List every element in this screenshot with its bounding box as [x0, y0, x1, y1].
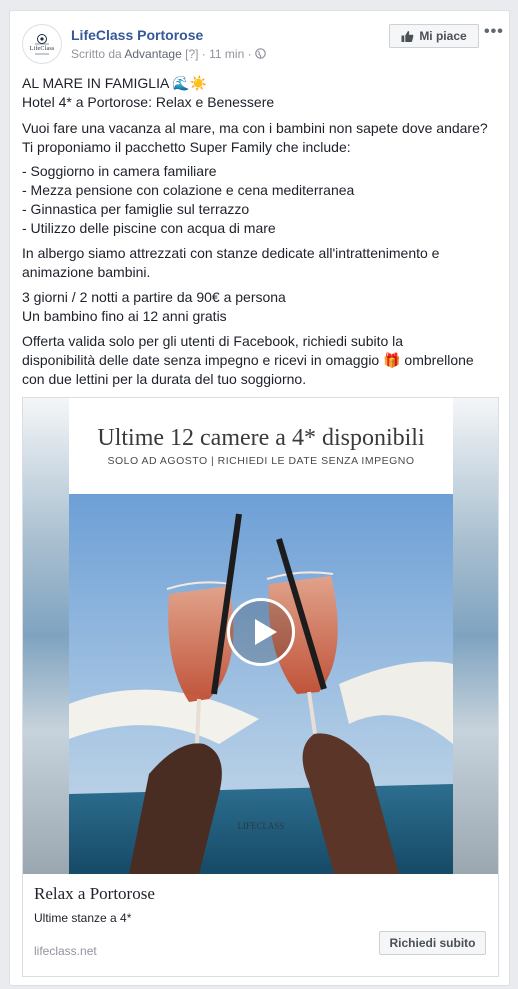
body-line: Hotel 4* a Portorose: Relax e Benessere [22, 94, 275, 110]
video-frame: Ultime 12 camere a 4* disponibili SOLO A… [69, 398, 453, 874]
body-line: - Utilizzo delle piscine con acqua di ma… [22, 220, 276, 236]
meta-help-link[interactable]: [?] [185, 47, 198, 61]
like-label: Mi piace [419, 29, 467, 43]
body-line: In albergo siamo attrezzati con stanze d… [22, 245, 440, 261]
blurred-side-right [452, 398, 498, 874]
logo-mark-icon [35, 34, 49, 55]
more-options-icon[interactable]: ••• [484, 23, 504, 41]
body-line: Un bambino fino ai 12 anni gratis [22, 308, 227, 324]
meta-author-link[interactable]: Advantage [124, 47, 181, 61]
post-timestamp[interactable]: 11 min [209, 47, 244, 61]
video-headline: Ultime 12 camere a 4* disponibili [97, 425, 425, 451]
like-page-button[interactable]: Mi piace [389, 24, 479, 48]
body-line: - Ginnastica per famiglie sul terrazzo [22, 201, 250, 217]
video-watermark: LIFECLASS [237, 821, 284, 831]
body-line: animazione bambini. [22, 264, 151, 280]
link-title[interactable]: Relax a Portorose [34, 884, 155, 904]
link-domain: lifeclass.net [34, 944, 97, 958]
thumbs-up-icon [401, 30, 414, 42]
ad-post-card: LifeClass LifeClass Portorose Scritto da… [9, 10, 510, 986]
link-attachment[interactable]: Ultime 12 camere a 4* disponibili SOLO A… [22, 397, 499, 977]
body-line: - Soggiorno in camera familiare [22, 163, 217, 179]
body-line: - Mezza pensione con colazione e cena me… [22, 182, 355, 198]
blurred-side-left [23, 398, 69, 874]
body-line: 3 giorni / 2 notti a partire da 90€ a pe… [22, 289, 286, 305]
body-line: Vuoi fare una vacanza al mare, ma con i … [22, 120, 488, 136]
meta-prefix: Scritto da [71, 47, 122, 61]
meta-separator: · [201, 47, 206, 61]
link-caption[interactable]: Relax a Portorose Ultime stanze a 4* lif… [23, 874, 498, 976]
body-line: disponibilità delle date senza impegno e… [22, 352, 474, 368]
avatar-logo-text: LifeClass [29, 46, 55, 52]
cta-button[interactable]: Richiedi subito [379, 931, 486, 955]
body-line: Offerta valida solo per gli utenti di Fa… [22, 333, 404, 349]
post-meta: Scritto da Advantage [?] · 11 min · [71, 47, 266, 61]
body-line: Ti proponiamo il pacchetto Super Family … [22, 139, 351, 155]
video-media[interactable]: Ultime 12 camere a 4* disponibili SOLO A… [23, 398, 498, 874]
body-line: con due lettini per la durata del tuo so… [22, 371, 307, 387]
link-description: Ultime stanze a 4* [34, 911, 132, 925]
page-name-link[interactable]: LifeClass Portorose [71, 27, 203, 43]
video-thumbnail-image: LIFECLASS [69, 494, 453, 874]
globe-icon[interactable] [255, 48, 266, 59]
video-subline: SOLO AD AGOSTO | RICHIEDI LE DATE SENZA … [107, 455, 415, 467]
body-line: AL MARE IN FAMIGLIA 🌊☀️ [22, 75, 208, 91]
play-icon[interactable] [227, 598, 295, 666]
meta-separator: · [247, 47, 252, 61]
page-avatar[interactable]: LifeClass [22, 24, 62, 64]
